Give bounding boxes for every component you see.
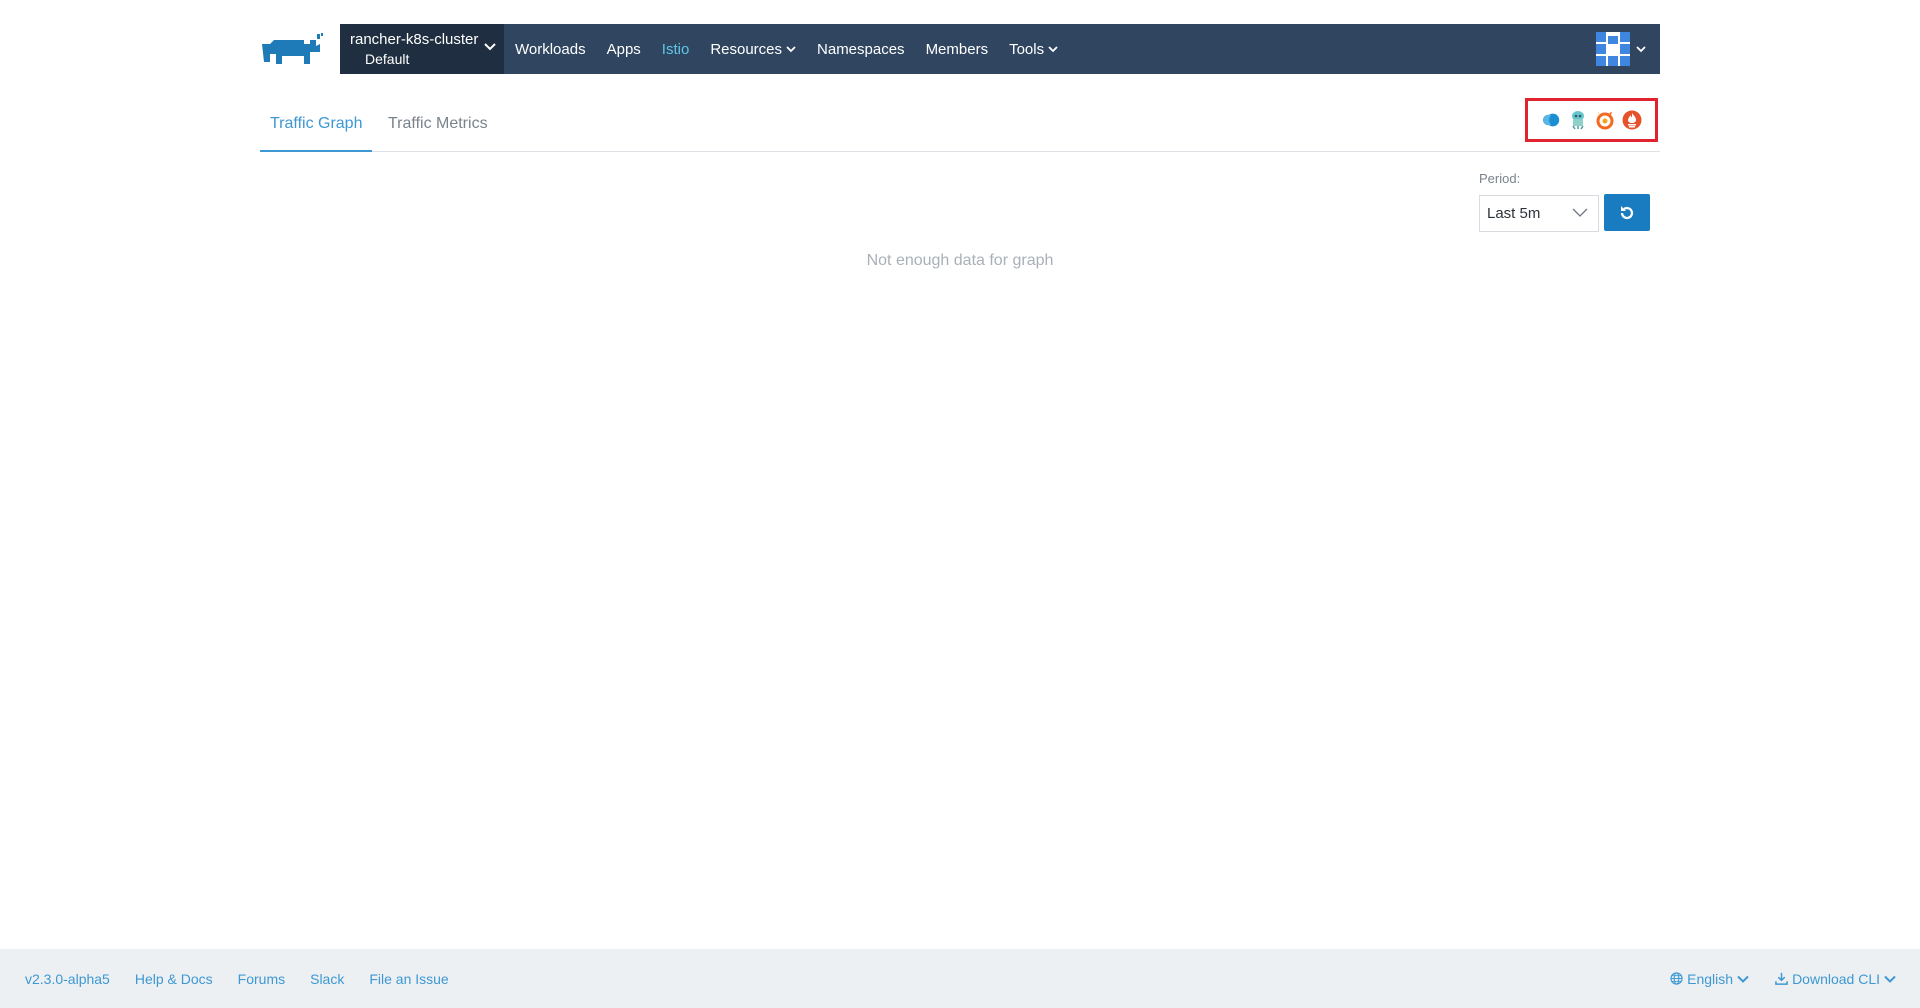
- user-menu[interactable]: [1596, 32, 1646, 66]
- top-header: rancher-k8s-cluster Default Workloads Ap…: [260, 24, 1660, 74]
- nav-resources[interactable]: Resources: [710, 41, 796, 58]
- download-icon: [1775, 972, 1788, 985]
- chevron-down-icon: [1884, 975, 1896, 983]
- period-label: Period:: [1479, 171, 1521, 186]
- language-selector[interactable]: English: [1670, 971, 1749, 987]
- file-issue-link[interactable]: File an Issue: [369, 971, 448, 987]
- nav-label: Members: [925, 40, 989, 58]
- nav-label: Resources: [710, 40, 783, 58]
- prometheus-link[interactable]: [1622, 110, 1642, 130]
- nav-label: Istio: [661, 40, 690, 58]
- period-select[interactable]: Last 5m: [1479, 195, 1599, 232]
- tab-traffic-graph[interactable]: Traffic Graph: [260, 100, 372, 152]
- main-nav: Workloads Apps Istio Resources Namespace…: [504, 24, 1079, 74]
- chevron-down-icon: [484, 43, 496, 51]
- nav-label: Workloads: [515, 40, 586, 58]
- refresh-icon: [1620, 205, 1634, 219]
- nav-members[interactable]: Members: [926, 41, 989, 58]
- chevron-down-icon: [1636, 46, 1646, 53]
- download-cli-label: Download CLI: [1792, 970, 1880, 987]
- grafana-link[interactable]: [1595, 110, 1615, 130]
- download-cli-menu[interactable]: Download CLI: [1775, 971, 1896, 987]
- version-link[interactable]: v2.3.0-alpha5: [25, 971, 110, 987]
- jaeger-link[interactable]: [1568, 110, 1588, 130]
- help-docs-link[interactable]: Help & Docs: [135, 971, 213, 987]
- cluster-project-switcher[interactable]: rancher-k8s-cluster Default: [340, 24, 504, 74]
- grafana-icon: [1596, 112, 1614, 130]
- period-value: Last 5m: [1487, 205, 1541, 222]
- tab-bar: Traffic Graph Traffic Metrics: [260, 100, 1660, 152]
- language-label: English: [1687, 970, 1734, 987]
- chevron-down-icon: [1572, 208, 1588, 217]
- footer: v2.3.0-alpha5 Help & Docs Forums Slack F…: [0, 949, 1920, 1008]
- empty-graph-message: Not enough data for graph: [866, 252, 1054, 269]
- cluster-name: rancher-k8s-cluster: [350, 31, 479, 48]
- navbar: rancher-k8s-cluster Default Workloads Ap…: [340, 24, 1660, 74]
- istio-tool-links: [1525, 98, 1658, 142]
- globe-icon: [1670, 972, 1683, 985]
- kiali-icon: [1542, 113, 1560, 127]
- chevron-down-icon: [1048, 46, 1058, 53]
- nav-label: Tools: [1009, 40, 1045, 58]
- nav-label: Namespaces: [817, 40, 905, 58]
- rancher-logo-icon: [262, 33, 323, 64]
- jaeger-icon: [1572, 111, 1584, 130]
- refresh-button[interactable]: [1604, 194, 1650, 231]
- nav-workloads[interactable]: Workloads: [515, 41, 586, 58]
- rancher-logo[interactable]: [260, 24, 340, 74]
- nav-namespaces[interactable]: Namespaces: [817, 41, 905, 58]
- forums-link[interactable]: Forums: [238, 971, 285, 987]
- chevron-down-icon: [786, 46, 796, 53]
- nav-tools[interactable]: Tools: [1009, 41, 1058, 58]
- tab-traffic-metrics[interactable]: Traffic Metrics: [378, 100, 498, 152]
- nav-apps[interactable]: Apps: [607, 41, 641, 58]
- prometheus-icon: [1622, 110, 1642, 130]
- chevron-down-icon: [1737, 975, 1749, 983]
- nav-istio[interactable]: Istio: [662, 41, 690, 58]
- nav-label: Apps: [606, 40, 641, 58]
- kiali-link[interactable]: [1541, 110, 1561, 130]
- project-name: Default: [365, 51, 410, 67]
- slack-link[interactable]: Slack: [310, 971, 344, 987]
- avatar: [1596, 32, 1630, 66]
